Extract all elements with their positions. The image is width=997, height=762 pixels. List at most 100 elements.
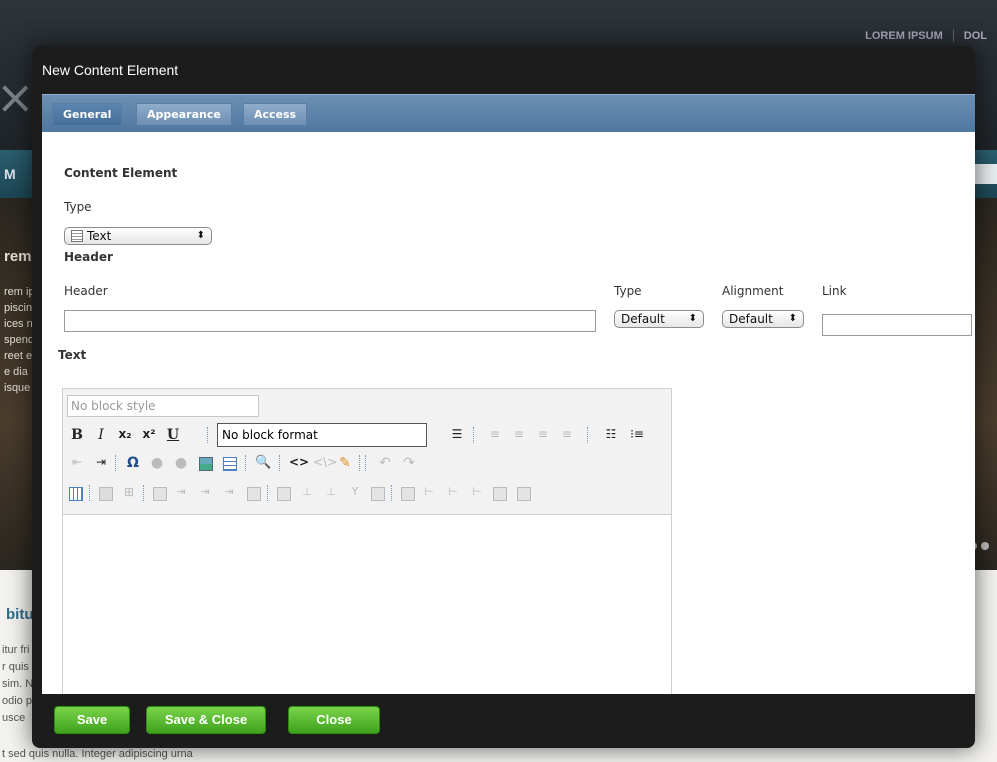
clean-format-icon[interactable]: ✎ bbox=[337, 455, 353, 471]
column-split-icon[interactable]: ⊥ bbox=[299, 485, 315, 498]
tab-appearance[interactable]: Appearance bbox=[136, 103, 232, 125]
toolbar-separator bbox=[89, 485, 91, 501]
ordered-list-icon[interactable]: ☷ bbox=[603, 427, 619, 441]
row-split-icon[interactable]: ⇥ bbox=[173, 485, 189, 498]
toolbar-separator bbox=[587, 427, 589, 443]
toolbar-separator bbox=[143, 485, 145, 501]
editor-text-area[interactable] bbox=[63, 516, 671, 694]
indent-icon[interactable]: ⇥ bbox=[93, 455, 109, 469]
insert-image-icon[interactable] bbox=[199, 457, 213, 471]
toolbar-separator bbox=[267, 485, 269, 501]
find-replace-icon[interactable]: 🔍 bbox=[255, 455, 271, 470]
toolbar-separator bbox=[391, 485, 393, 501]
save-button[interactable]: Save bbox=[54, 706, 130, 734]
alignment-label: Alignment bbox=[722, 284, 784, 298]
line-spacing-icon[interactable]: ☰ bbox=[449, 427, 465, 441]
align-right-icon[interactable]: ≡ bbox=[535, 427, 551, 441]
italic-icon[interactable]: I bbox=[93, 427, 109, 443]
cell-split-icon[interactable]: ⊢ bbox=[421, 485, 437, 498]
link-input[interactable] bbox=[822, 314, 972, 336]
html-source-icon[interactable]: <> bbox=[289, 455, 309, 469]
type-select-value: Text bbox=[87, 229, 112, 243]
bold-icon[interactable]: B bbox=[69, 427, 85, 443]
lower-title: bitu bbox=[6, 606, 34, 623]
column-merge-icon[interactable]: ⊥ bbox=[323, 485, 339, 498]
insert-link-icon[interactable]: ● bbox=[149, 455, 165, 471]
align-justify-icon[interactable]: ≡ bbox=[559, 427, 575, 441]
outdent-icon[interactable]: ⇤ bbox=[69, 455, 85, 469]
table-properties-icon[interactable] bbox=[69, 487, 83, 501]
content-element-heading: Content Element bbox=[64, 166, 178, 180]
type-label: Type bbox=[64, 200, 92, 214]
header-type-select[interactable]: Default ⬍ bbox=[614, 310, 704, 328]
table-row-icon[interactable] bbox=[99, 487, 113, 501]
header-heading: Header bbox=[64, 250, 113, 264]
table-cell-icon[interactable]: ⊞ bbox=[121, 485, 137, 499]
select-arrows-icon: ⬍ bbox=[688, 313, 697, 324]
header-type-select-value: Default bbox=[621, 312, 665, 326]
superscript-icon[interactable]: x² bbox=[141, 427, 157, 441]
toolbar-separator bbox=[365, 455, 367, 471]
redo-icon[interactable]: ↷ bbox=[401, 455, 417, 471]
rich-text-editor: No block style B I x₂ x² U No block form… bbox=[62, 388, 672, 694]
toolbar-separator bbox=[473, 427, 475, 443]
toolbar-separator bbox=[279, 455, 281, 471]
site-logo: × bbox=[0, 70, 35, 124]
close-button[interactable]: Close bbox=[288, 706, 380, 734]
new-content-element-dialog: New Content Element General Appearance A… bbox=[32, 46, 975, 748]
insert-table-icon[interactable] bbox=[223, 457, 237, 471]
underline-icon[interactable]: U bbox=[165, 427, 181, 443]
select-arrows-icon: ⬍ bbox=[196, 230, 205, 241]
type-select[interactable]: Text ⬍ bbox=[64, 227, 212, 245]
alignment-select-value: Default bbox=[729, 312, 773, 326]
top-nav-item[interactable]: DOL bbox=[964, 30, 997, 42]
undo-icon[interactable]: ↶ bbox=[377, 455, 393, 471]
row-insert-icon[interactable] bbox=[153, 487, 167, 501]
row-merge-icon[interactable]: ⇥ bbox=[197, 485, 213, 498]
pager-dot[interactable] bbox=[981, 542, 989, 550]
dialog-footer: Save Save & Close Close bbox=[42, 696, 975, 740]
table-merge-icon[interactable] bbox=[493, 487, 507, 501]
link-label: Link bbox=[822, 284, 847, 298]
top-nav-item[interactable]: LOREM IPSUM bbox=[865, 30, 954, 42]
site-top-nav: LOREM IPSUM DOL bbox=[865, 30, 997, 42]
tab-bar: General Appearance Access bbox=[42, 94, 975, 132]
table-split-icon[interactable] bbox=[517, 487, 531, 501]
toolbar-separator bbox=[359, 455, 361, 471]
cell-merge-icon[interactable]: ⊢ bbox=[445, 485, 461, 498]
text-heading: Text bbox=[58, 348, 87, 362]
save-close-button[interactable]: Save & Close bbox=[146, 706, 266, 734]
align-left-icon[interactable]: ≡ bbox=[487, 427, 503, 441]
block-style-select[interactable]: No block style bbox=[67, 395, 259, 417]
unordered-list-icon[interactable]: ⁝≡ bbox=[629, 427, 645, 441]
row-delete-icon[interactable]: ⇥ bbox=[221, 485, 237, 498]
toolbar-separator bbox=[245, 455, 247, 471]
column-icon[interactable] bbox=[247, 487, 261, 501]
editor-toolbar: No block style B I x₂ x² U No block form… bbox=[63, 389, 671, 515]
toolbar-separator bbox=[115, 455, 117, 471]
unlink-icon[interactable]: ● bbox=[173, 455, 189, 471]
alignment-select[interactable]: Default ⬍ bbox=[722, 310, 804, 328]
cell-delete-icon[interactable]: ⊢ bbox=[469, 485, 485, 498]
text-type-icon bbox=[71, 230, 83, 242]
tab-general[interactable]: General bbox=[52, 103, 123, 125]
html-view-icon[interactable]: <\> bbox=[313, 455, 337, 469]
lower-footer-text: t sed quis nulla. Integer adipiscing urn… bbox=[2, 748, 193, 760]
special-character-icon[interactable]: Ω bbox=[125, 455, 141, 471]
header-label: Header bbox=[64, 284, 108, 298]
header-input[interactable] bbox=[64, 310, 596, 332]
tab-access[interactable]: Access bbox=[243, 103, 308, 125]
toolbar-separator bbox=[207, 427, 209, 443]
align-center-icon[interactable]: ≡ bbox=[511, 427, 527, 441]
select-arrows-icon: ⬍ bbox=[788, 313, 797, 324]
column-delete-icon[interactable]: Y bbox=[347, 485, 363, 498]
site-nav-item[interactable]: M bbox=[4, 166, 16, 182]
cell-properties-icon[interactable] bbox=[371, 487, 385, 501]
header-type-label: Type bbox=[614, 284, 642, 298]
block-format-select[interactable]: No block format bbox=[217, 423, 427, 447]
subscript-icon[interactable]: x₂ bbox=[117, 427, 133, 441]
dialog-title: New Content Element bbox=[42, 62, 179, 78]
cell-insert-icon[interactable] bbox=[401, 487, 415, 501]
hero-title: rem bbox=[4, 248, 32, 265]
column-insert-icon[interactable] bbox=[277, 487, 291, 501]
